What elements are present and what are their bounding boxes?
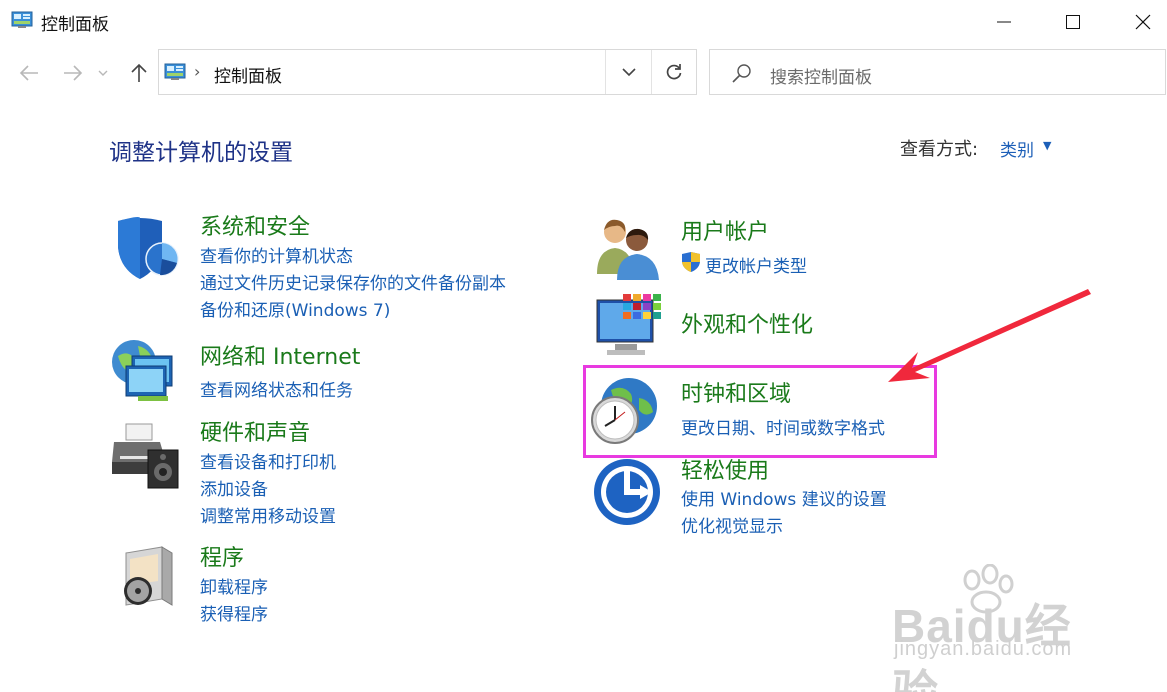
control-panel-icon	[164, 63, 186, 80]
link-uninstall-program[interactable]: 卸载程序	[200, 573, 268, 598]
chevron-down-icon	[98, 70, 108, 76]
breadcrumb-separator-icon[interactable]: ›	[194, 62, 200, 81]
minimize-button[interactable]	[969, 0, 1039, 44]
category-system-security[interactable]: 系统和安全	[200, 209, 310, 241]
link-change-account-type[interactable]: 更改帐户类型	[705, 252, 807, 277]
minimize-icon	[997, 21, 1011, 23]
close-icon	[1135, 14, 1151, 30]
category-hardware-sound[interactable]: 硬件和声音	[200, 415, 310, 447]
arrow-up-icon	[131, 63, 147, 82]
printer-speaker-icon[interactable]	[110, 420, 180, 490]
refresh-button[interactable]	[651, 50, 696, 94]
window-title: 控制面板	[41, 15, 109, 35]
caret-down-icon[interactable]: ▼	[1043, 139, 1051, 152]
arrow-right-icon	[64, 65, 83, 81]
view-by-dropdown[interactable]: 类别	[1000, 136, 1034, 161]
breadcrumb[interactable]: 控制面板	[214, 62, 282, 87]
address-bar[interactable]: › 控制面板	[158, 49, 697, 95]
arrow-left-icon	[19, 65, 38, 81]
link-file-history-backup[interactable]: 通过文件历史记录保存你的文件备份副本	[200, 269, 506, 294]
link-network-status[interactable]: 查看网络状态和任务	[200, 376, 353, 401]
appearance-monitor-icon[interactable]	[593, 292, 663, 362]
programs-box-icon[interactable]	[112, 543, 182, 613]
category-programs[interactable]: 程序	[200, 540, 244, 572]
recent-locations-button[interactable]	[92, 58, 114, 88]
maximize-button[interactable]	[1038, 0, 1108, 44]
control-panel-icon	[11, 11, 33, 28]
watermark-url: jingyan.baidu.com	[894, 638, 1073, 660]
link-optimize-visual-display[interactable]: 优化视觉显示	[681, 512, 783, 537]
link-add-device[interactable]: 添加设备	[200, 475, 268, 500]
category-user-accounts[interactable]: 用户帐户	[681, 214, 769, 246]
search-icon	[732, 64, 751, 83]
page-title: 调整计算机的设置	[109, 140, 293, 166]
link-get-programs[interactable]: 获得程序	[200, 600, 268, 625]
address-dropdown-button[interactable]	[605, 50, 651, 94]
search-placeholder: 搜索控制面板	[770, 68, 872, 88]
maximize-icon	[1066, 15, 1080, 29]
close-button[interactable]	[1108, 0, 1167, 44]
network-globe-icon[interactable]	[108, 336, 178, 406]
search-box[interactable]: 搜索控制面板	[709, 49, 1166, 95]
ease-of-access-icon[interactable]	[592, 457, 662, 527]
view-by-label: 查看方式:	[900, 139, 979, 160]
highlight-box	[583, 365, 937, 458]
link-recommended-settings[interactable]: 使用 Windows 建议的设置	[681, 485, 887, 510]
chevron-down-icon	[621, 67, 636, 76]
link-backup-restore[interactable]: 备份和还原(Windows 7)	[200, 296, 390, 321]
link-devices-printers[interactable]: 查看设备和打印机	[200, 448, 336, 473]
link-view-computer-status[interactable]: 查看你的计算机状态	[200, 242, 353, 267]
users-icon[interactable]	[593, 212, 663, 282]
link-mobility-settings[interactable]: 调整常用移动设置	[200, 502, 336, 527]
refresh-icon	[666, 64, 682, 80]
back-button[interactable]	[13, 58, 45, 88]
category-appearance[interactable]: 外观和个性化	[681, 307, 813, 339]
category-network-internet[interactable]: 网络和 Internet	[200, 339, 360, 371]
shield-chart-icon[interactable]	[110, 213, 180, 283]
title-bar: 控制面板	[0, 0, 1167, 44]
uac-shield-icon	[682, 252, 700, 272]
forward-button[interactable]	[57, 58, 89, 88]
up-button[interactable]	[123, 58, 155, 88]
watermark: Baidu经验 jingyan.baidu.com	[892, 564, 1112, 692]
